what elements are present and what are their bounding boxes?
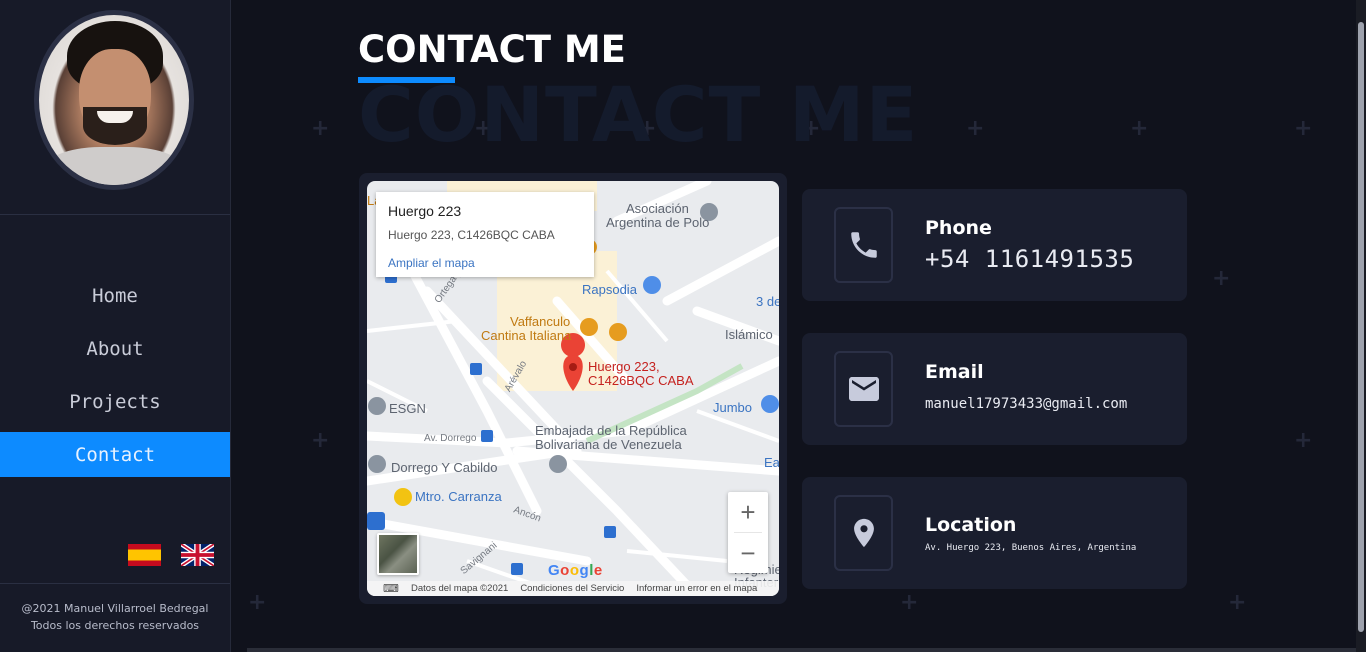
plus-decoration: +	[1130, 116, 1149, 141]
plus-decoration: +	[311, 116, 330, 141]
map-place-label: Bolivariana de Venezuela	[535, 437, 682, 452]
horizontal-scrollbar[interactable]	[247, 648, 1356, 652]
copyright-line: Todos los derechos reservados	[30, 619, 200, 632]
nav-item-home[interactable]: Home	[0, 273, 230, 318]
zoom-in-button[interactable]: +	[728, 492, 768, 532]
copyright: @2021 Manuel Villarroel Bedregal Todos l…	[0, 600, 230, 634]
contact-card-email: Email manuel17973433@gmail.com	[802, 333, 1187, 445]
map-place-label: Asociación	[626, 201, 689, 216]
map-terms-link[interactable]: Condiciones del Servicio	[520, 583, 624, 594]
location-pin-icon	[834, 495, 893, 571]
email-address[interactable]: manuel17973433@gmail.com	[925, 396, 1127, 412]
contact-title: Location	[925, 514, 1017, 536]
plus-decoration: +	[1212, 266, 1231, 291]
scrollbar-thumb[interactable]	[1358, 22, 1364, 632]
map-pin-label: Huergo 223,	[588, 359, 660, 374]
map-place-label: 3 de	[756, 294, 779, 309]
map-data-credit: Datos del mapa ©2021	[411, 583, 509, 594]
nav-item-projects[interactable]: Projects	[0, 379, 230, 424]
keyboard-icon[interactable]: ⌨	[383, 582, 399, 595]
title-underline	[358, 77, 455, 83]
contact-card-location: Location Av. Huergo 223, Buenos Aires, A…	[802, 477, 1187, 589]
map-place-label: Ea	[764, 455, 779, 470]
map-place-label: Mtro. Carranza	[415, 489, 502, 504]
map-place-label: Rapsodia	[582, 282, 637, 297]
map-report-link[interactable]: Informar un error en el mapa	[636, 583, 757, 594]
map-place-label: Cantina Italiana	[481, 328, 572, 343]
map-place-label: Vaffanculo	[510, 314, 571, 329]
nav-item-contact[interactable]: Contact	[0, 432, 230, 477]
heading-shadow: CONTACT ME	[358, 70, 919, 159]
map-place-label: Embajada de la República	[535, 423, 687, 438]
map-street-label: Av. Dorrego	[424, 433, 477, 444]
plus-decoration: +	[1228, 590, 1247, 615]
envelope-icon	[834, 351, 893, 427]
popup-address: Huergo 223, C1426BQC CABA	[388, 228, 555, 242]
spain-flag-icon[interactable]	[128, 544, 161, 566]
map-place-label: Jumbo	[713, 400, 753, 415]
map-zoom-control: + −	[728, 492, 768, 573]
enlarge-map-link[interactable]: Ampliar el mapa	[388, 256, 582, 270]
popup-title: Huergo 223	[388, 203, 462, 219]
map-container: Asociación Argentina de Polo Rapsodia Va…	[359, 173, 787, 604]
nav-item-about[interactable]: About	[0, 326, 230, 371]
plus-decoration: +	[311, 428, 330, 453]
map-info-popup: Huergo 223 Huergo 223, C1426BQC CABA Amp…	[376, 192, 594, 277]
plus-decoration: +	[1294, 428, 1313, 453]
uk-flag-icon[interactable]	[181, 544, 214, 566]
map-place-label: ESGN	[389, 401, 426, 416]
phone-number[interactable]: +54 1161491535	[925, 245, 1134, 273]
sidebar-divider	[0, 214, 230, 215]
map-place-label: Dorrego Y Cabildo	[391, 460, 498, 475]
plus-decoration: +	[966, 116, 985, 141]
map-pin-label: C1426BQC CABA	[588, 373, 694, 388]
plus-decoration: +	[248, 590, 267, 615]
plus-decoration: +	[900, 590, 919, 615]
sidebar: Home About Projects Contact @2021 Manuel…	[0, 0, 231, 652]
google-logo: Google	[548, 562, 603, 579]
page-title: CONTACT ME	[358, 28, 626, 71]
contact-title: Email	[925, 361, 984, 383]
location-address: Av. Huergo 223, Buenos Aires, Argentina	[925, 543, 1137, 553]
avatar-frame	[34, 10, 194, 190]
contact-title: Phone	[925, 217, 992, 239]
contact-card-phone: Phone +54 1161491535	[802, 189, 1187, 301]
sidebar-divider	[0, 583, 230, 584]
map-place-label: Islámico	[725, 327, 773, 342]
page-scrollbar[interactable]	[1356, 0, 1366, 652]
map-footer: ⌨ Datos del mapa ©2021 Condiciones del S…	[367, 581, 779, 596]
avatar	[39, 15, 189, 185]
map-place-label: Argentina de Polo	[606, 215, 710, 230]
satellite-toggle-button[interactable]	[377, 533, 419, 575]
copyright-line: @2021 Manuel Villarroel Bedregal	[21, 602, 209, 615]
embedded-map[interactable]: Asociación Argentina de Polo Rapsodia Va…	[367, 181, 779, 596]
zoom-out-button[interactable]: −	[728, 533, 768, 573]
phone-icon	[834, 207, 893, 283]
plus-decoration: +	[1294, 116, 1313, 141]
